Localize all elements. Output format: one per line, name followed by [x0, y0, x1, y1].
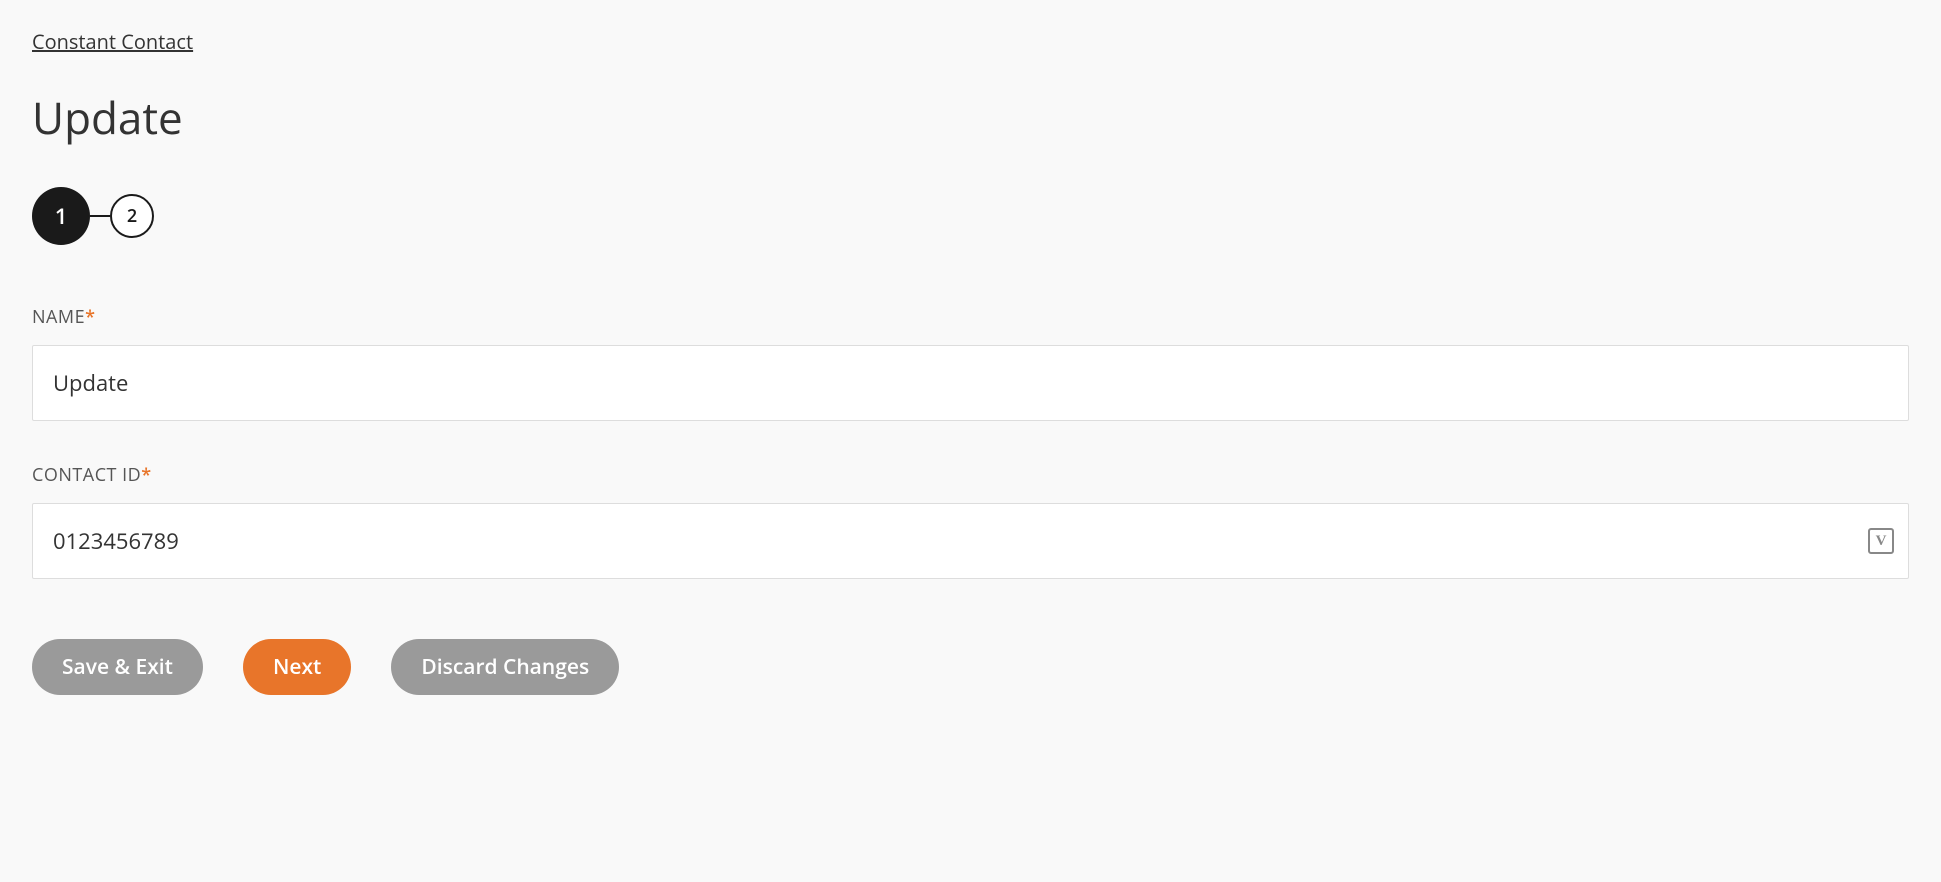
step-connector	[90, 215, 110, 217]
form-group-contact-id: CONTACT ID* V	[32, 463, 1909, 579]
name-label-text: NAME	[32, 305, 85, 329]
next-button[interactable]: Next	[243, 639, 351, 695]
breadcrumb-link[interactable]: Constant Contact	[32, 28, 193, 55]
contact-id-label-text: CONTACT ID	[32, 463, 141, 487]
name-input-wrapper	[32, 345, 1909, 421]
required-asterisk-icon: *	[85, 305, 95, 329]
save-exit-button[interactable]: Save & Exit	[32, 639, 203, 695]
discard-changes-button[interactable]: Discard Changes	[391, 639, 619, 695]
button-row: Save & Exit Next Discard Changes	[32, 639, 1909, 695]
name-label: NAME*	[32, 305, 1909, 329]
required-asterisk-icon: *	[141, 463, 151, 487]
name-input[interactable]	[33, 346, 1908, 420]
step-1[interactable]: 1	[32, 187, 90, 245]
variable-icon[interactable]: V	[1868, 528, 1894, 554]
form-group-name: NAME*	[32, 305, 1909, 421]
contact-id-label: CONTACT ID*	[32, 463, 1909, 487]
step-2[interactable]: 2	[110, 194, 154, 238]
stepper: 1 2	[32, 187, 1909, 245]
page-title: Update	[32, 87, 1909, 147]
contact-id-input-wrapper: V	[32, 503, 1909, 579]
contact-id-input[interactable]	[33, 504, 1868, 578]
